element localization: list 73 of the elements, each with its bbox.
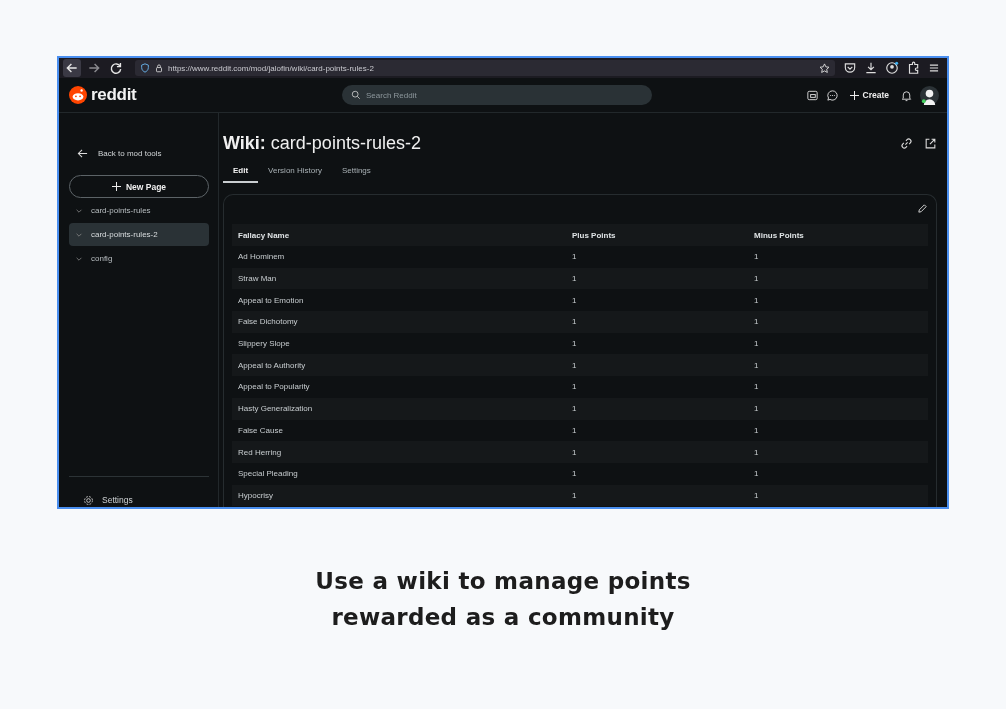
- table-cell: 1: [566, 332, 748, 355]
- column-header: Fallacy Name: [232, 224, 566, 246]
- table-cell: 1: [748, 354, 928, 377]
- table-cell: False Cause: [232, 419, 566, 442]
- back-link[interactable]: Back to mod tools: [77, 146, 162, 161]
- tab[interactable]: Settings: [331, 162, 381, 183]
- table-cell: Straw Man: [232, 267, 566, 290]
- lock-icon: [154, 63, 164, 73]
- table-cell: 1: [748, 376, 928, 398]
- advertise-icon[interactable]: [805, 88, 819, 102]
- table-cell: False Dichotomy: [232, 311, 566, 333]
- plus-icon: [849, 90, 859, 100]
- avatar-icon[interactable]: [920, 85, 939, 105]
- tab[interactable]: Version History: [258, 162, 332, 183]
- table-cell: Appeal to Authority: [232, 354, 566, 377]
- table-cell: Special Pleading: [232, 462, 566, 485]
- table-cell: Appeal to Popularity: [232, 376, 566, 398]
- url-text: https://www.reddit.com/mod/jalofin/wiki/card-points-rules-2: [168, 63, 375, 73]
- settings-link[interactable]: Settings: [69, 476, 209, 507]
- external-link-icon[interactable]: [924, 137, 937, 150]
- caption-text: Use a wiki to manage points: [315, 567, 691, 596]
- search-icon: [351, 90, 361, 100]
- table-cell: Hasty Generalization: [232, 397, 566, 420]
- link-icon[interactable]: [900, 137, 913, 150]
- column-header: Plus Points: [566, 224, 748, 246]
- tab[interactable]: Edit: [223, 162, 259, 183]
- create-button[interactable]: Create: [845, 87, 893, 103]
- plus-icon: [111, 182, 121, 191]
- table-cell: 1: [748, 267, 928, 290]
- column-header: Minus Points: [748, 224, 928, 246]
- table-cell: 1: [566, 419, 748, 442]
- search-field[interactable]: Search Reddit: [342, 85, 652, 105]
- table-cell: 1: [566, 311, 748, 333]
- table-cell: 1: [566, 441, 748, 463]
- back-icon[interactable]: [63, 59, 81, 77]
- address-bar[interactable]: https://www.reddit.com/mod/jalofin/wiki/card-points-rules-2: [135, 60, 835, 76]
- table-cell: 1: [566, 267, 748, 290]
- chat-icon[interactable]: [825, 88, 839, 102]
- table-cell: 1: [566, 289, 748, 312]
- caption-text: rewarded as a community: [330, 603, 676, 632]
- table-cell: 1: [566, 246, 748, 268]
- table-cell: Slippery Slope: [232, 332, 566, 355]
- table-cell: 1: [748, 441, 928, 463]
- table-cell: 1: [566, 397, 748, 420]
- bell-icon[interactable]: [900, 88, 913, 102]
- table-cell: 1: [748, 311, 928, 333]
- wiki-page-item[interactable]: card-points-rules-2: [69, 223, 209, 246]
- settings-icon: [83, 494, 94, 506]
- table-cell: Ad Hominem: [232, 246, 566, 268]
- table-cell: 1: [748, 484, 928, 507]
- table-cell: 1: [566, 354, 748, 377]
- table-cell: 1: [566, 376, 748, 398]
- pencil-icon[interactable]: [917, 203, 928, 214]
- table-cell: 1: [566, 462, 748, 485]
- table-cell: 1: [748, 462, 928, 485]
- table-cell: 1: [748, 289, 928, 312]
- account-icon[interactable]: [883, 59, 901, 77]
- shield-icon: [140, 63, 150, 73]
- star-icon[interactable]: [819, 62, 830, 74]
- table-cell: 1: [566, 484, 748, 507]
- page-title: Wiki: card-points-rules-2: [223, 133, 421, 154]
- table-cell: 1: [748, 246, 928, 268]
- table-cell: 1: [748, 332, 928, 355]
- wiki-page-item[interactable]: card-points-rules: [69, 199, 209, 222]
- site-logo-text[interactable]: reddit: [91, 85, 137, 105]
- table-cell: Appeal to Emotion: [232, 289, 566, 312]
- table-cell: Red Herring: [232, 441, 566, 463]
- wiki-page-item[interactable]: config: [69, 247, 209, 270]
- alien-logo-icon[interactable]: [69, 86, 87, 104]
- table-cell: 1: [748, 397, 928, 420]
- table-cell: 1: [748, 419, 928, 442]
- back-arrow-icon: [77, 148, 88, 159]
- table-cell: Hypocrisy: [232, 484, 566, 507]
